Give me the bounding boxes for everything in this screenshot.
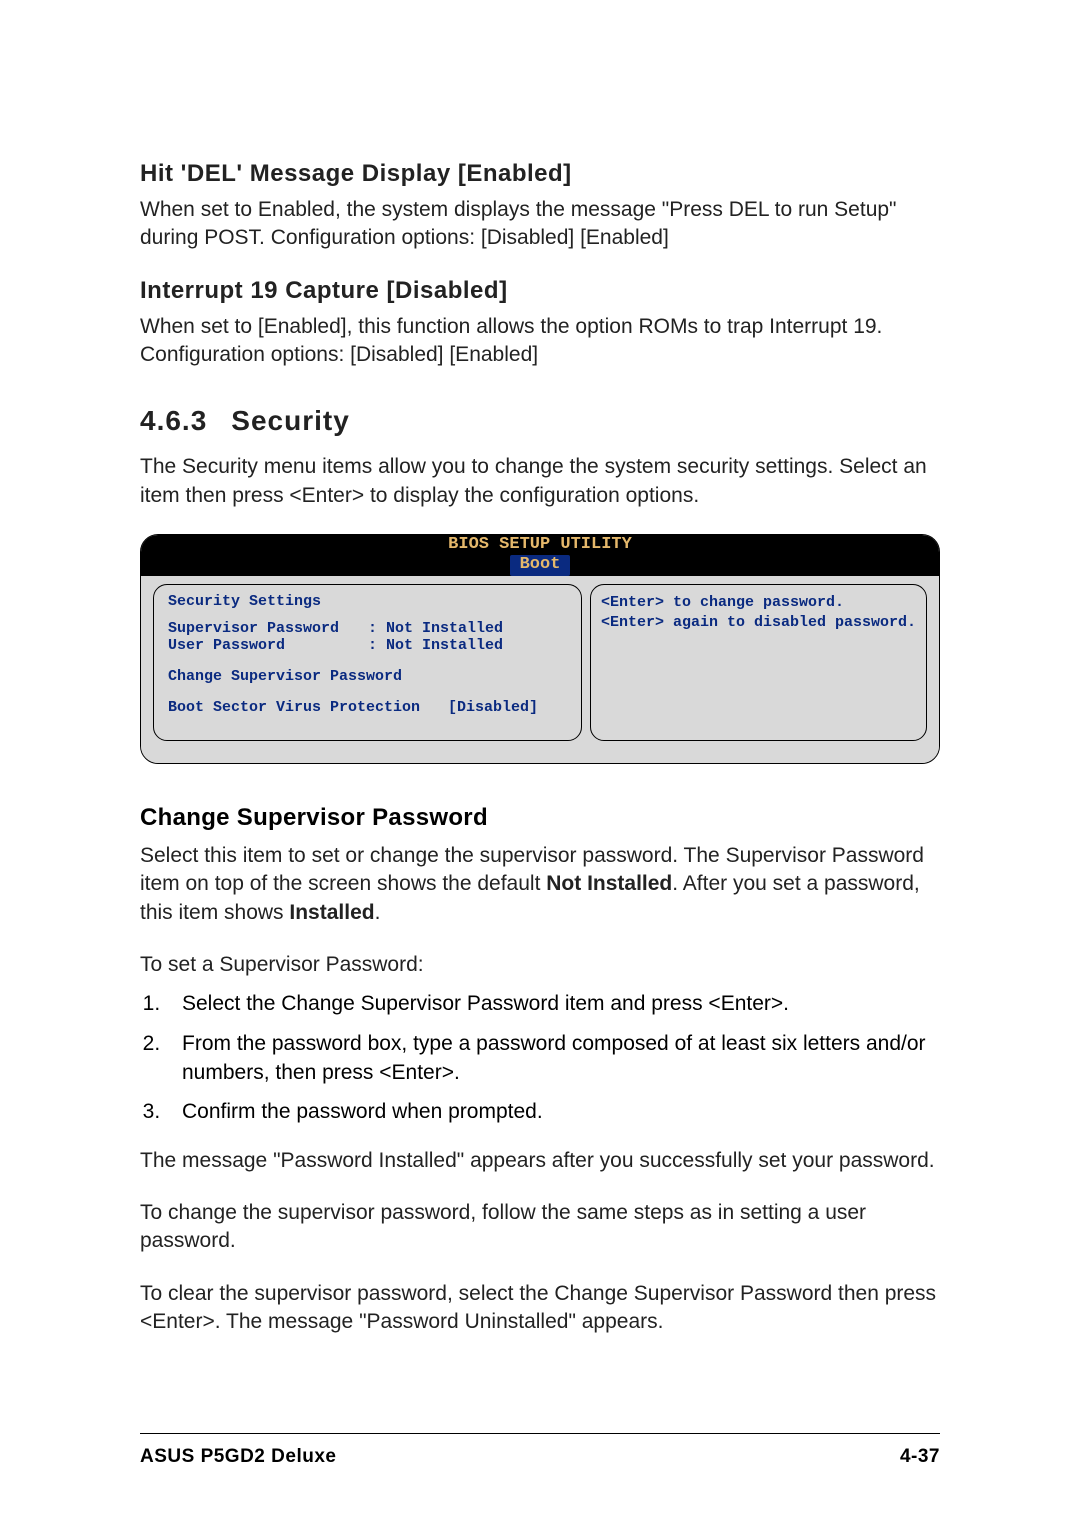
bios-screenshot: BIOS SETUP UTILITY Boot Security Setting…: [140, 534, 940, 764]
bios-title-bar: BIOS SETUP UTILITY Boot: [141, 535, 939, 576]
bios-user-label: User Password: [168, 637, 368, 654]
step-1: Select the Change Supervisor Password it…: [166, 989, 940, 1018]
step-2: From the password box, type a password c…: [166, 1029, 940, 1088]
page-footer: ASUS P5GD2 Deluxe 4-37: [140, 1433, 940, 1468]
bios-tab-boot: Boot: [510, 555, 571, 575]
steps-list: Select the Change Supervisor Password it…: [166, 989, 940, 1127]
section-title: Security: [231, 405, 350, 436]
change-supervisor-para1: Select this item to set or change the su…: [140, 842, 940, 927]
option-int19-title: Interrupt 19 Capture [Disabled]: [140, 277, 940, 305]
option-hit-del-body: When set to Enabled, the system displays…: [140, 196, 940, 253]
change-supervisor-para2: To set a Supervisor Password:: [140, 951, 940, 979]
csp-bold-notinstalled: Not Installed: [546, 872, 672, 895]
csp-p1c: .: [375, 901, 381, 924]
change-supervisor-para4: To change the supervisor password, follo…: [140, 1199, 940, 1256]
bios-change-supervisor: Change Supervisor Password: [168, 668, 567, 685]
change-supervisor-title: Change Supervisor Password: [140, 804, 940, 832]
csp-bold-installed: Installed: [289, 901, 374, 924]
bios-bootsector-value: [Disabled]: [448, 699, 538, 716]
section-heading-security: 4.6.3 Security: [140, 405, 940, 437]
option-hit-del-title: Hit 'DEL' Message Display [Enabled]: [140, 160, 940, 188]
bios-supervisor-value: : Not Installed: [368, 620, 503, 637]
bios-user-value: : Not Installed: [368, 637, 503, 654]
section-number: 4.6.3: [140, 405, 207, 437]
change-supervisor-para3: The message "Password Installed" appears…: [140, 1147, 940, 1175]
bios-right-panel: <Enter> to change password. <Enter> agai…: [590, 584, 927, 741]
bios-bootsector-label: Boot Sector Virus Protection: [168, 699, 448, 716]
bios-supervisor-label: Supervisor Password: [168, 620, 368, 637]
step-3: Confirm the password when prompted.: [166, 1097, 940, 1126]
bios-title-line1: BIOS SETUP UTILITY: [141, 535, 939, 555]
bios-security-heading: Security Settings: [168, 593, 567, 610]
footer-page-number: 4-37: [900, 1446, 940, 1468]
footer-product: ASUS P5GD2 Deluxe: [140, 1446, 336, 1468]
change-supervisor-para5: To clear the supervisor password, select…: [140, 1280, 940, 1337]
option-int19-body: When set to [Enabled], this function all…: [140, 313, 940, 370]
bios-help-text: <Enter> to change password. <Enter> agai…: [601, 593, 916, 634]
bios-left-panel: Security Settings Supervisor Password: N…: [153, 584, 582, 741]
section-intro: The Security menu items allow you to cha…: [140, 453, 940, 510]
